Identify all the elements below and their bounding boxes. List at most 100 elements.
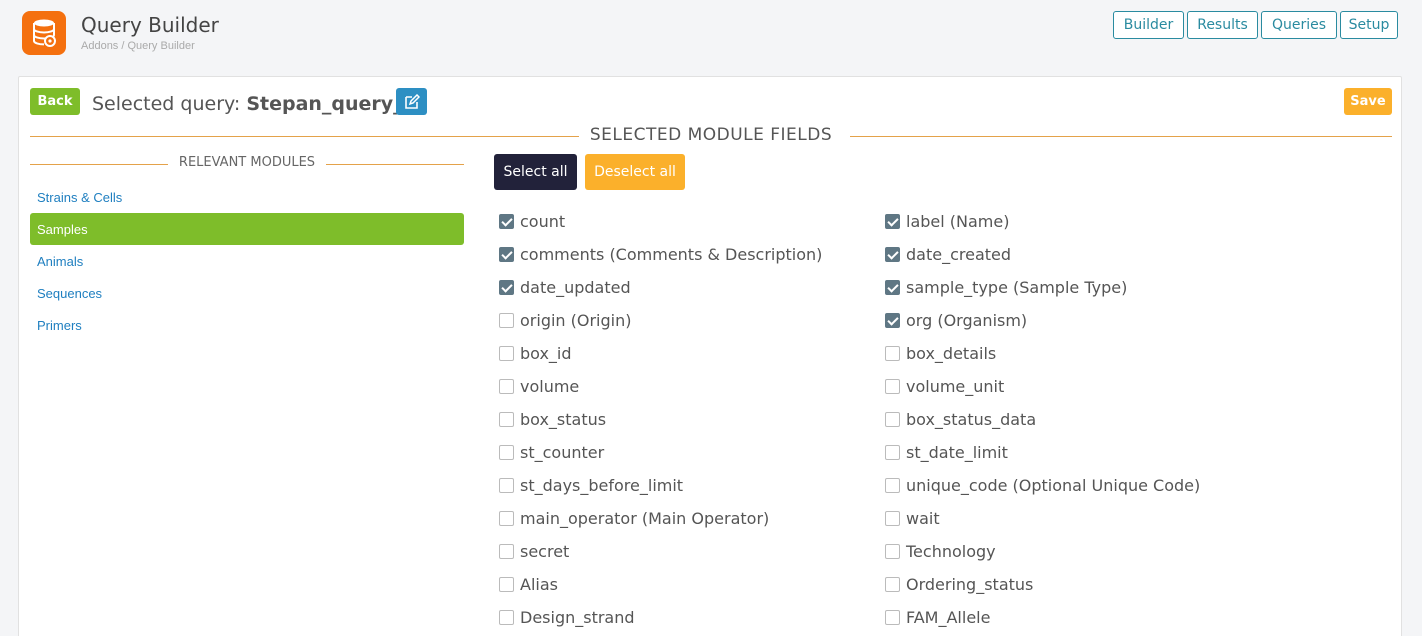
field-row[interactable]: count [499,205,565,238]
field-label: volume [520,377,580,396]
field-label: st_counter [520,443,605,462]
selected-query-prefix: Selected query: [92,93,247,115]
nav-builder-button[interactable]: Builder [1113,11,1184,39]
field-label: box_status_data [906,410,1037,429]
back-button[interactable]: Back [30,88,80,115]
field-row[interactable]: label (Name) [885,205,1009,238]
field-label: st_date_limit [906,443,1008,462]
field-label: unique_code (Optional Unique Code) [906,476,1201,495]
field-row[interactable]: box_status [499,403,606,436]
field-row[interactable]: origin (Origin) [499,304,631,337]
field-row[interactable]: secret [499,535,569,568]
field-checkbox[interactable] [499,247,514,262]
field-checkbox[interactable] [885,313,900,328]
nav-queries-button[interactable]: Queries [1261,11,1337,39]
field-checkbox[interactable] [499,610,514,625]
field-row[interactable]: unique_code (Optional Unique Code) [885,469,1200,502]
field-row[interactable]: main_operator (Main Operator) [499,502,769,535]
breadcrumb[interactable]: Addons / Query Builder [81,40,195,52]
field-checkbox[interactable] [885,214,900,229]
field-checkbox[interactable] [885,247,900,262]
field-row[interactable]: box_details [885,337,996,370]
select-all-button[interactable]: Select all [494,154,577,190]
module-list: Strains & Cells Samples Animals Sequence… [30,181,464,341]
field-row[interactable]: sample_type (Sample Type) [885,271,1127,304]
field-row[interactable]: volume [499,370,579,403]
database-gear-icon [22,11,66,55]
field-label: label (Name) [906,212,1010,231]
module-item-samples[interactable]: Samples [30,213,464,245]
field-label: wait [906,509,940,528]
field-label: box_status [520,410,607,429]
field-checkbox[interactable] [499,346,514,361]
field-label: Alias [520,575,558,594]
field-row[interactable]: Alias [499,568,558,601]
field-label: Design_strand [520,608,635,627]
section-title: SELECTED MODULE FIELDS [589,125,833,145]
field-label: Technology [906,542,996,561]
field-label: FAM_Allele [906,608,991,627]
field-row[interactable]: st_date_limit [885,436,1008,469]
field-label: origin (Origin) [520,311,632,330]
field-checkbox[interactable] [499,214,514,229]
field-label: box_id [520,344,572,363]
field-checkbox[interactable] [885,346,900,361]
app-title: Query Builder [81,13,219,37]
save-button[interactable]: Save [1344,88,1392,115]
field-row[interactable]: Design_strand [499,601,635,634]
field-checkbox[interactable] [885,478,900,493]
relevant-modules-header: RELEVANT MODULES [30,155,464,173]
field-checkbox[interactable] [499,511,514,526]
edit-query-button[interactable] [396,88,427,115]
field-row[interactable]: box_id [499,337,572,370]
field-row[interactable]: st_days_before_limit [499,469,683,502]
field-row[interactable]: volume_unit [885,370,1004,403]
selected-query-name: Stepan_query_2 [246,93,416,115]
field-checkbox[interactable] [499,379,514,394]
field-checkbox[interactable] [499,445,514,460]
field-label: org (Organism) [906,311,1028,330]
field-checkbox[interactable] [885,577,900,592]
field-checkbox[interactable] [885,280,900,295]
field-row[interactable]: wait [885,502,940,535]
module-item-animals[interactable]: Animals [30,245,464,277]
nav-results-button[interactable]: Results [1187,11,1258,39]
selected-query-label: Selected query: Stepan_query_2 [92,93,416,115]
field-label: comments (Comments & Description) [520,245,823,264]
field-checkbox[interactable] [499,478,514,493]
query-builder-card: Back Selected query: Stepan_query_2 Save… [18,76,1402,636]
top-bar: Query Builder Addons / Query Builder Bui… [0,0,1422,70]
field-row[interactable]: org (Organism) [885,304,1027,337]
field-label: date_updated [520,278,631,297]
field-row[interactable]: date_created [885,238,1011,271]
field-row[interactable]: FAM_Allele [885,601,990,634]
field-checkbox[interactable] [885,544,900,559]
field-checkbox[interactable] [885,511,900,526]
field-checkbox[interactable] [499,412,514,427]
deselect-all-button[interactable]: Deselect all [585,154,685,190]
field-label: count [520,212,566,231]
module-item-primers[interactable]: Primers [30,309,464,341]
field-checkbox[interactable] [499,280,514,295]
field-label: volume_unit [906,377,1005,396]
field-row[interactable]: box_status_data [885,403,1036,436]
field-label: date_created [906,245,1012,264]
nav-setup-button[interactable]: Setup [1340,11,1398,39]
field-row[interactable]: st_counter [499,436,604,469]
module-item-strains-cells[interactable]: Strains & Cells [30,181,464,213]
field-row[interactable]: comments (Comments & Description) [499,238,822,271]
field-row[interactable]: Ordering_status [885,568,1033,601]
field-checkbox[interactable] [499,313,514,328]
field-checkbox[interactable] [885,412,900,427]
field-checkbox[interactable] [499,577,514,592]
field-label: st_days_before_limit [520,476,684,495]
field-checkbox[interactable] [885,610,900,625]
field-checkbox[interactable] [885,379,900,394]
field-label: Ordering_status [906,575,1034,594]
field-checkbox[interactable] [885,445,900,460]
edit-icon [404,93,420,109]
field-checkbox[interactable] [499,544,514,559]
field-row[interactable]: Technology [885,535,996,568]
module-item-sequences[interactable]: Sequences [30,277,464,309]
field-row[interactable]: date_updated [499,271,631,304]
